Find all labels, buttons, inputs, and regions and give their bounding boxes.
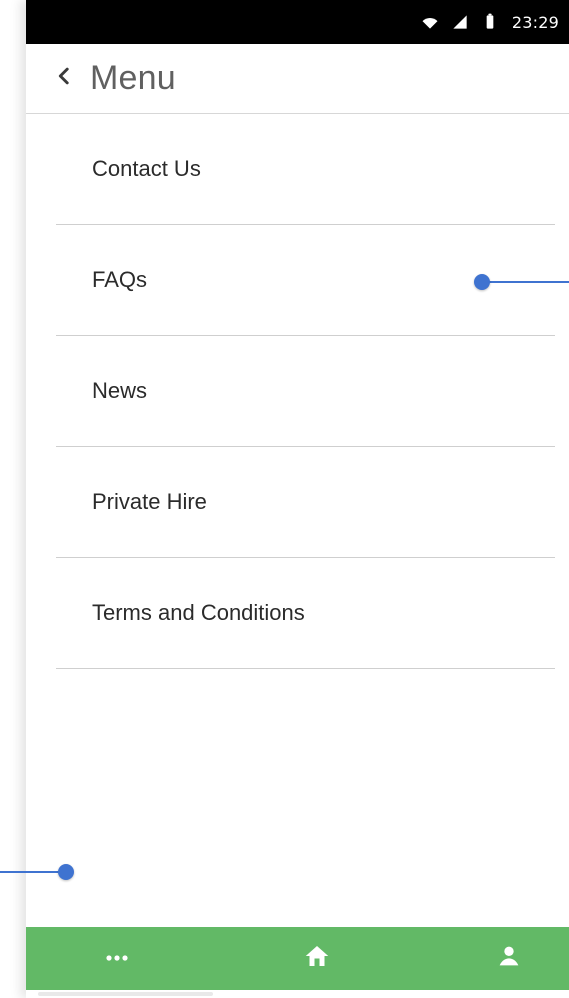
menu-item-label: Terms and Conditions — [92, 600, 305, 625]
annotation-line — [0, 871, 66, 873]
annotation-dot — [58, 864, 74, 880]
menu-item-label: Private Hire — [92, 489, 207, 514]
menu-item-news[interactable]: News — [26, 336, 569, 446]
menu-item-private-hire[interactable]: Private Hire — [26, 447, 569, 557]
menu-list: Contact Us FAQs News Private Hire Terms … — [26, 114, 569, 669]
menu-item-label: News — [92, 378, 148, 403]
bottom-navigation — [26, 927, 569, 990]
annotation-line — [482, 281, 569, 283]
cellular-signal-icon — [450, 12, 470, 32]
phone-frame: 23:29 Menu Contact Us FAQs News Private … — [26, 0, 569, 998]
back-button[interactable] — [44, 59, 84, 99]
home-icon — [302, 941, 332, 976]
home-indicator — [26, 990, 569, 998]
home-button[interactable] — [207, 927, 388, 990]
menu-divider — [56, 668, 555, 669]
screen: 23:29 Menu Contact Us FAQs News Private … — [0, 0, 569, 998]
annotation-dot — [474, 274, 490, 290]
chevron-left-icon — [53, 65, 75, 92]
more-button[interactable] — [26, 927, 207, 990]
user-icon — [495, 942, 523, 975]
menu-item-label: Contact Us — [92, 156, 201, 181]
menu-item-label: FAQs — [92, 267, 148, 292]
more-horizontal-icon — [104, 950, 130, 968]
menu-item-terms-and-conditions[interactable]: Terms and Conditions — [26, 558, 569, 668]
menu-item-contact-us[interactable]: Contact Us — [26, 114, 569, 224]
page-title: Menu — [90, 59, 176, 97]
wifi-icon — [420, 12, 440, 32]
status-time: 23:29 — [511, 12, 559, 32]
battery-icon — [480, 12, 500, 32]
app-header: Menu — [26, 44, 569, 114]
status-bar: 23:29 — [26, 0, 569, 44]
profile-button[interactable] — [388, 927, 569, 990]
